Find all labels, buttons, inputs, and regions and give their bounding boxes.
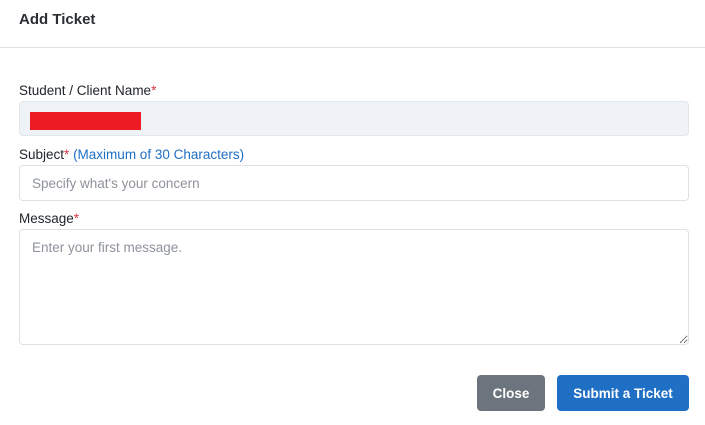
subject-max-length-hint: (Maximum of 30 Characters) <box>73 147 245 162</box>
message-required-mark: * <box>73 211 80 226</box>
submit-ticket-button[interactable]: Submit a Ticket <box>557 375 689 411</box>
close-button[interactable]: Close <box>477 375 545 411</box>
modal-title: Add Ticket <box>19 11 96 28</box>
subject-field-label: Subject* (Maximum of 30 Characters) <box>19 147 244 162</box>
name-field-label: Student / Client Name* <box>19 83 156 98</box>
message-field-label: Message* <box>19 211 79 226</box>
subject-field-label-text: Subject <box>19 147 65 162</box>
student-client-name-field <box>19 101 689 136</box>
message-field-label-text: Message <box>19 211 74 226</box>
redacted-name-value <box>30 112 141 130</box>
name-required-mark: * <box>151 83 157 98</box>
modal-header: Add Ticket <box>0 0 705 48</box>
name-field-label-text: Student / Client Name <box>19 83 152 98</box>
subject-input[interactable] <box>19 165 689 201</box>
subject-required-mark: * <box>64 147 70 162</box>
message-textarea[interactable] <box>19 229 689 345</box>
